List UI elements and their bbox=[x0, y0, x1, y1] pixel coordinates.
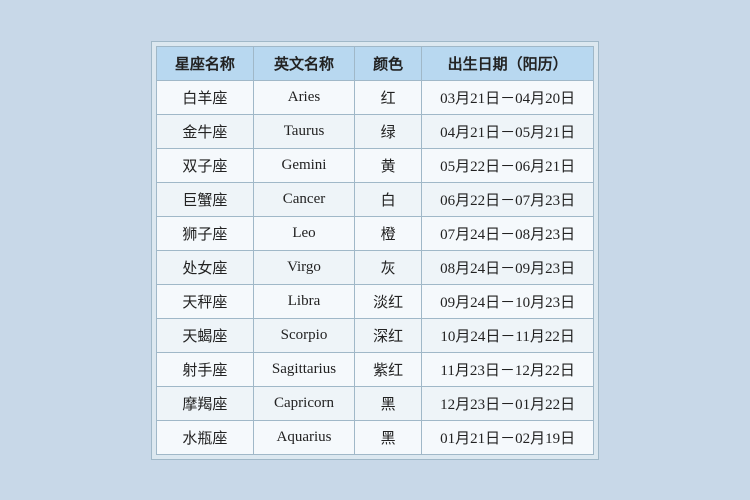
cell-dates: 09月24日－10月23日 bbox=[422, 284, 594, 318]
header-color: 颜色 bbox=[355, 46, 422, 80]
cell-english-name: Leo bbox=[253, 216, 354, 250]
cell-dates: 04月21日－05月21日 bbox=[422, 114, 594, 148]
cell-english-name: Virgo bbox=[253, 250, 354, 284]
header-dates: 出生日期（阳历） bbox=[422, 46, 594, 80]
cell-color: 黑 bbox=[355, 420, 422, 454]
table-header-row: 星座名称 英文名称 颜色 出生日期（阳历） bbox=[156, 46, 593, 80]
cell-color: 黄 bbox=[355, 148, 422, 182]
cell-color: 紫红 bbox=[355, 352, 422, 386]
cell-english-name: Sagittarius bbox=[253, 352, 354, 386]
cell-chinese-name: 天蝎座 bbox=[156, 318, 253, 352]
cell-english-name: Aquarius bbox=[253, 420, 354, 454]
cell-chinese-name: 双子座 bbox=[156, 148, 253, 182]
table-row: 天蝎座Scorpio深红10月24日－11月22日 bbox=[156, 318, 593, 352]
header-chinese-name: 星座名称 bbox=[156, 46, 253, 80]
table-row: 金牛座Taurus绿04月21日－05月21日 bbox=[156, 114, 593, 148]
zodiac-table-container: 星座名称 英文名称 颜色 出生日期（阳历） 白羊座Aries红03月21日－04… bbox=[151, 41, 599, 460]
cell-color: 红 bbox=[355, 80, 422, 114]
cell-chinese-name: 处女座 bbox=[156, 250, 253, 284]
cell-dates: 10月24日－11月22日 bbox=[422, 318, 594, 352]
cell-color: 深红 bbox=[355, 318, 422, 352]
header-english-name: 英文名称 bbox=[253, 46, 354, 80]
cell-dates: 01月21日－02月19日 bbox=[422, 420, 594, 454]
cell-chinese-name: 天秤座 bbox=[156, 284, 253, 318]
cell-chinese-name: 水瓶座 bbox=[156, 420, 253, 454]
table-row: 巨蟹座Cancer白06月22日－07月23日 bbox=[156, 182, 593, 216]
cell-english-name: Taurus bbox=[253, 114, 354, 148]
cell-color: 黑 bbox=[355, 386, 422, 420]
cell-dates: 07月24日－08月23日 bbox=[422, 216, 594, 250]
cell-color: 白 bbox=[355, 182, 422, 216]
cell-dates: 06月22日－07月23日 bbox=[422, 182, 594, 216]
cell-color: 灰 bbox=[355, 250, 422, 284]
cell-dates: 12月23日－01月22日 bbox=[422, 386, 594, 420]
cell-english-name: Capricorn bbox=[253, 386, 354, 420]
cell-english-name: Libra bbox=[253, 284, 354, 318]
cell-dates: 08月24日－09月23日 bbox=[422, 250, 594, 284]
cell-english-name: Cancer bbox=[253, 182, 354, 216]
table-row: 处女座Virgo灰08月24日－09月23日 bbox=[156, 250, 593, 284]
table-body: 白羊座Aries红03月21日－04月20日金牛座Taurus绿04月21日－0… bbox=[156, 80, 593, 454]
cell-chinese-name: 金牛座 bbox=[156, 114, 253, 148]
table-row: 狮子座Leo橙07月24日－08月23日 bbox=[156, 216, 593, 250]
cell-dates: 03月21日－04月20日 bbox=[422, 80, 594, 114]
cell-chinese-name: 狮子座 bbox=[156, 216, 253, 250]
table-row: 水瓶座Aquarius黑01月21日－02月19日 bbox=[156, 420, 593, 454]
table-row: 双子座Gemini黄05月22日－06月21日 bbox=[156, 148, 593, 182]
cell-english-name: Scorpio bbox=[253, 318, 354, 352]
cell-color: 橙 bbox=[355, 216, 422, 250]
zodiac-table: 星座名称 英文名称 颜色 出生日期（阳历） 白羊座Aries红03月21日－04… bbox=[156, 46, 594, 455]
cell-chinese-name: 射手座 bbox=[156, 352, 253, 386]
cell-english-name: Aries bbox=[253, 80, 354, 114]
cell-dates: 11月23日－12月22日 bbox=[422, 352, 594, 386]
cell-color: 淡红 bbox=[355, 284, 422, 318]
cell-chinese-name: 摩羯座 bbox=[156, 386, 253, 420]
table-row: 射手座Sagittarius紫红11月23日－12月22日 bbox=[156, 352, 593, 386]
table-row: 天秤座Libra淡红09月24日－10月23日 bbox=[156, 284, 593, 318]
table-row: 白羊座Aries红03月21日－04月20日 bbox=[156, 80, 593, 114]
cell-chinese-name: 巨蟹座 bbox=[156, 182, 253, 216]
cell-english-name: Gemini bbox=[253, 148, 354, 182]
cell-color: 绿 bbox=[355, 114, 422, 148]
table-row: 摩羯座Capricorn黑12月23日－01月22日 bbox=[156, 386, 593, 420]
cell-dates: 05月22日－06月21日 bbox=[422, 148, 594, 182]
cell-chinese-name: 白羊座 bbox=[156, 80, 253, 114]
